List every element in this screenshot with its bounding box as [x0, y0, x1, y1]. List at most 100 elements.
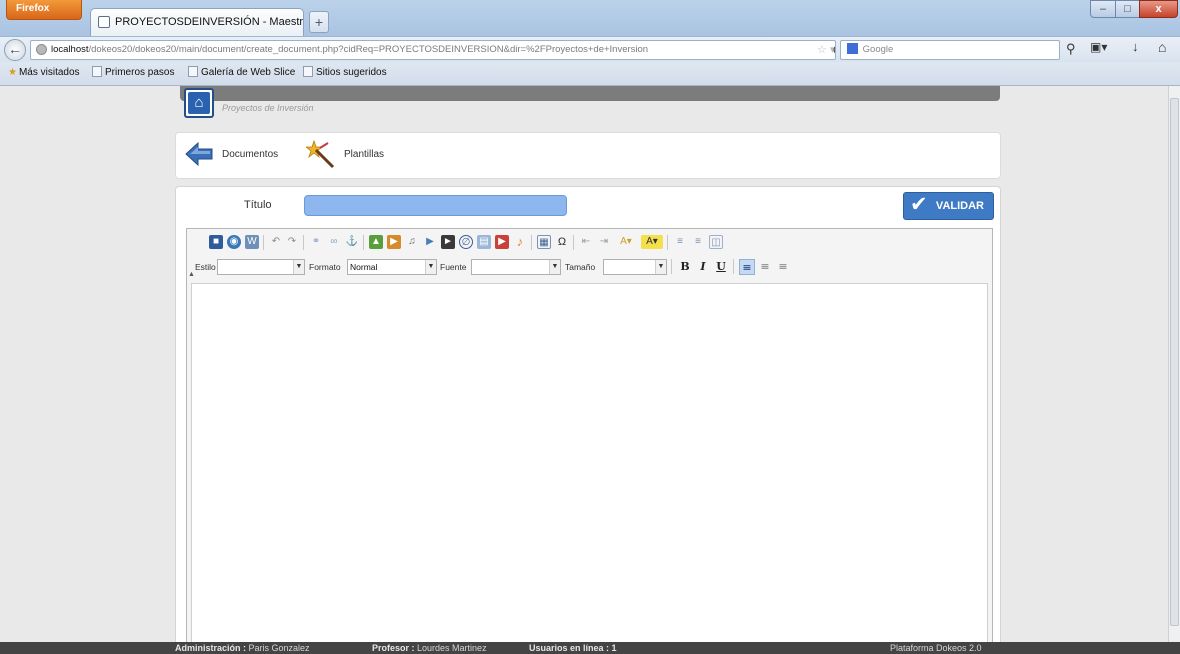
most-visited-icon: ★ [8, 67, 17, 78]
flash-icon[interactable]: ▶ [387, 235, 401, 249]
page-footer: Administración : Paris Gonzalez Profesor… [0, 642, 1180, 654]
unlink-icon[interactable]: ∞ [327, 235, 341, 249]
download-icon[interactable]: ↓ [1132, 39, 1139, 54]
video-icon[interactable]: ▶ [423, 235, 437, 249]
music-icon[interactable]: ♪ [513, 235, 527, 249]
indent-icon[interactable]: ⇥ [597, 235, 611, 249]
youtube-red-icon[interactable]: ▶ [495, 235, 509, 249]
glossary-icon[interactable]: ▤ [477, 235, 491, 249]
font-label: Fuente [440, 262, 467, 272]
toolbar-separator [531, 235, 532, 250]
browser-tab[interactable]: PROYECTOSDEINVERSIÓN - Maestría en ... [90, 8, 304, 36]
search-input[interactable]: Google [840, 40, 1060, 60]
actions-bar: Documentos Plantillas [175, 132, 1001, 179]
course-home-button[interactable]: ⌂ [184, 88, 214, 118]
footer-admin: Administración : Paris Gonzalez [175, 643, 310, 653]
page-icon [303, 66, 313, 77]
preview-icon[interactable]: ◉ [227, 235, 241, 249]
site-identity-icon[interactable] [36, 44, 47, 55]
bookmarks-menu-icon[interactable]: ▣▾ [1090, 40, 1107, 54]
blockquote-icon[interactable]: ◫ [709, 235, 723, 249]
redo-icon[interactable]: ↷ [285, 235, 299, 249]
align-left-icon[interactable]: ≡ [739, 259, 755, 275]
text-color-icon[interactable]: A▾ [641, 235, 663, 249]
align-right-icon[interactable]: ≡ [775, 259, 791, 275]
bookmark-web-slice[interactable]: Galería de Web Slice [188, 62, 295, 84]
undo-icon[interactable]: ↶ [269, 235, 283, 249]
style-label: Estilo [195, 262, 216, 272]
validate-button[interactable]: ✔ VALIDAR [903, 192, 994, 220]
bold-button[interactable]: B [677, 259, 693, 275]
scrollbar-thumb[interactable] [1170, 98, 1179, 626]
special-char-icon[interactable]: Ω [555, 235, 569, 249]
chevron-down-icon: ▼ [655, 260, 666, 274]
footer-online-users: Usuarios en línea : 1 [529, 643, 617, 653]
style-select[interactable]: ▼ [217, 259, 305, 275]
minimize-window-button[interactable]: – [1090, 0, 1116, 18]
page-scrollbar[interactable] [1168, 86, 1180, 642]
course-header-bar [180, 86, 1000, 101]
page-icon [92, 66, 102, 77]
templates-label: Plantillas [344, 149, 385, 160]
underline-button[interactable]: U [713, 259, 729, 275]
table-icon[interactable]: ▦ [537, 235, 551, 249]
ordered-list-icon[interactable]: ≡ [673, 235, 687, 249]
templates-wand-icon [306, 139, 335, 169]
home-icon[interactable]: ⌂ [1158, 39, 1166, 55]
youtube-icon[interactable]: ► [441, 235, 455, 249]
firefox-menu-button[interactable]: Firefox [6, 0, 82, 20]
size-select[interactable]: ▼ [603, 259, 667, 275]
toolbar-separator [667, 235, 668, 250]
chevron-down-icon: ▼ [425, 260, 436, 274]
link-icon[interactable]: ⚭ [309, 235, 323, 249]
bookmark-mas-visitados[interactable]: ★ Más visitados [8, 62, 80, 84]
chevron-down-icon: ▼ [549, 260, 560, 274]
footer-teacher: Profesor : Lourdes Martinez [372, 643, 487, 653]
size-label: Tamaño [565, 262, 596, 272]
rich-text-editor: ■ ◉ W ↶ ↷ ⚭ ∞ ⚓ ▲ ▶ ♫ ▶ ► ∅ ▤ ▶ ♪ ▦ Ω ⇤ … [186, 228, 993, 642]
collapse-toolbar-icon[interactable]: ▲ [188, 271, 195, 278]
url-bar[interactable]: localhost/dokeos20/dokeos20/main/documen… [30, 40, 836, 60]
title-input[interactable] [304, 195, 567, 216]
toolbar-separator [671, 259, 672, 274]
toolbar-separator [263, 235, 264, 250]
google-engine-icon[interactable] [847, 43, 858, 54]
outdent-icon[interactable]: ⇤ [579, 235, 593, 249]
search-placeholder: Google [862, 44, 894, 55]
page-icon [188, 66, 198, 77]
format-select[interactable]: Normal ▼ [347, 259, 437, 275]
maximize-window-button[interactable]: □ [1115, 0, 1140, 18]
close-window-button[interactable]: x [1139, 0, 1178, 18]
checkmark-icon: ✔ [910, 193, 928, 216]
toolbar-separator [573, 235, 574, 250]
reload-icon[interactable]: C [833, 41, 835, 59]
footer-platform: Plataforma Dokeos 2.0 [890, 643, 982, 653]
bg-color-icon[interactable]: A▾ [615, 235, 637, 249]
new-tab-button[interactable]: + [309, 11, 329, 33]
align-center-icon[interactable]: ≡ [757, 259, 773, 275]
unordered-list-icon[interactable]: ≡ [691, 235, 705, 249]
course-name: Proyectos de Inversión [222, 103, 314, 113]
search-icon[interactable]: ⚲ [1066, 41, 1076, 57]
editor-toolbar-row-2: Estilo ▼ Formato Normal ▼ Fuente ▼ Tamaño… [191, 259, 991, 277]
bookmark-sitios-sugeridos[interactable]: Sitios sugeridos [303, 62, 387, 84]
paste-word-icon[interactable]: W [245, 235, 259, 249]
page-content: ⌂ Proyectos de Inversión Documentos Plan… [0, 86, 1168, 642]
document-form: Título ✔ VALIDAR ■ ◉ W ↶ ↷ ⚭ ∞ ⚓ ▲ ▶ ♫ ▶… [175, 186, 1001, 642]
mindmap-icon[interactable]: ∅ [459, 235, 473, 249]
anchor-icon[interactable]: ⚓ [345, 235, 359, 249]
bookmark-primeros-pasos[interactable]: Primeros pasos [92, 62, 174, 84]
home-icon: ⌂ [188, 92, 210, 114]
toolbar-separator [733, 259, 734, 274]
italic-button[interactable]: I [695, 259, 711, 275]
browser-titlebar: Firefox PROYECTOSDEINVERSIÓN - Maestría … [0, 0, 1180, 36]
toolbar-separator [363, 235, 364, 250]
audio-icon[interactable]: ♫ [405, 235, 419, 249]
back-arrow-icon [185, 141, 213, 167]
editor-content-area[interactable] [191, 283, 988, 642]
toolbar-separator [303, 235, 304, 250]
font-select[interactable]: ▼ [471, 259, 561, 275]
back-icon[interactable]: ← [4, 39, 26, 61]
image-icon[interactable]: ▲ [369, 235, 383, 249]
save-icon[interactable]: ■ [209, 235, 223, 249]
